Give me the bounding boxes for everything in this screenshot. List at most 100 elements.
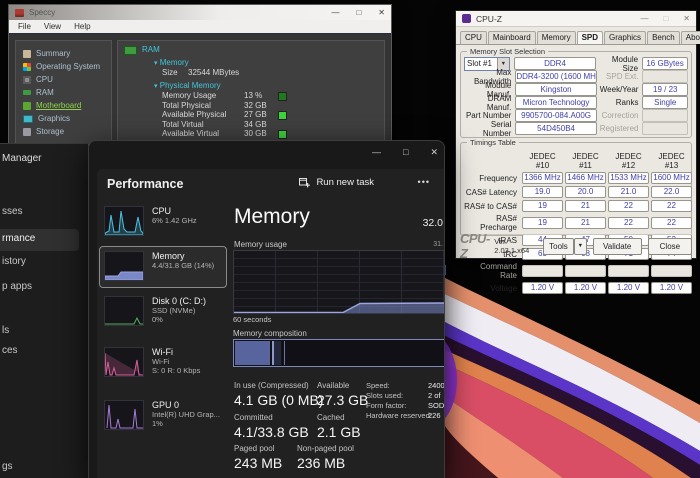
tab-cpu[interactable]: CPU: [460, 31, 487, 44]
speccy-app-icon: [15, 9, 24, 17]
tab-memory[interactable]: Memory: [537, 31, 576, 44]
composition-divider: [284, 341, 285, 365]
close-button[interactable]: Close: [648, 238, 692, 255]
cpuz-version: Ver. 2.03.1.x64: [494, 237, 535, 255]
sidebar-item-graphics[interactable]: Graphics: [23, 112, 111, 125]
run-new-task-button[interactable]: Run new task: [293, 174, 380, 191]
sidebar-item-cpu[interactable]: CPU: [23, 73, 111, 86]
more-options-icon[interactable]: •••: [418, 177, 430, 187]
size-value: 32544 MBytes: [188, 69, 239, 77]
close-icon[interactable]: ✕: [683, 14, 690, 23]
graphics-icon: [23, 115, 33, 123]
sidebar-item-motherboard[interactable]: Motherboard: [23, 99, 111, 112]
week-year-field: 19 / 23: [642, 83, 688, 96]
graph-timespan-label: 60 seconds: [233, 315, 271, 324]
tab-graphics[interactable]: Graphics: [604, 31, 646, 44]
nav-item-processes-fragment[interactable]: sses: [2, 206, 23, 217]
speccy-sidebar: Summary Operating System CPU RAM Motherb…: [15, 40, 112, 145]
hardware-reserved-label: Hardware reserved:: [366, 411, 432, 420]
nav-item-settings-fragment[interactable]: gs: [2, 461, 13, 472]
menu-file[interactable]: File: [18, 22, 31, 31]
sidebar-item-disk-0[interactable]: Disk 0 (C: D:) SSD (NVMe) 0%: [99, 291, 227, 339]
nav-item-details-fragment[interactable]: ls: [2, 325, 9, 336]
os-icon: [23, 63, 31, 71]
correction-field: [642, 109, 688, 122]
module-type-field: DDR4: [514, 57, 596, 70]
available-value: 27.3 GB: [317, 392, 368, 408]
composition-in-use-segment: [235, 341, 270, 365]
sidebar-item-wifi[interactable]: Wi-Fi Wi-Fi S: 0 R: 0 Kbps: [99, 342, 227, 392]
tools-button[interactable]: Tools: [543, 238, 574, 255]
nav-item-app-history-fragment[interactable]: istory: [2, 256, 26, 267]
nav-item-services-fragment[interactable]: ces: [2, 345, 18, 356]
sidebar-item-summary[interactable]: Summary: [23, 47, 111, 60]
motherboard-icon: [23, 102, 31, 110]
cpu-icon: [23, 76, 31, 84]
memory-title: Memory: [234, 205, 310, 229]
menu-view[interactable]: View: [44, 22, 61, 31]
tab-about[interactable]: About: [681, 31, 700, 44]
virtual-indicator: [278, 130, 287, 139]
spd-ext-field: [642, 70, 688, 83]
memory-slot-selection-group: Memory Slot Selection Slot #1 ▼ DDR4 Mod…: [460, 51, 692, 138]
composition-modified-segment: [274, 341, 281, 365]
slots-used-value-clipped: 2 of: [428, 391, 441, 400]
cpuz-logo: CPU-Z: [460, 231, 490, 261]
usage-indicator: [278, 92, 287, 101]
non-paged-pool-label: Non-paged pool: [297, 444, 354, 453]
tab-spd[interactable]: SPD: [577, 31, 603, 44]
close-icon[interactable]: ✕: [430, 147, 438, 158]
gpu-graph-thumbnail: [104, 400, 144, 430]
non-paged-pool-value: 236 MB: [297, 455, 345, 471]
background-window-title: Manager: [2, 153, 41, 164]
group-title: Timings Table: [467, 138, 519, 147]
cpuz-footer: CPU-Z Ver. 2.03.1.x64 Tools ▼ Validate C…: [460, 234, 692, 255]
cpuz-titlebar: CPU-Z — □ ✕: [456, 11, 696, 27]
in-use-value: 4.1 GB (0 MB): [234, 392, 323, 408]
form-factor-label: Form factor:: [366, 401, 406, 410]
sidebar-item-ram[interactable]: RAM: [23, 86, 111, 99]
performance-sidebar: CPU 6% 1.42 GHz Memory 4.4/31.8 GB (14%): [97, 201, 229, 478]
paged-pool-value: 243 MB: [234, 455, 282, 471]
ram-header: RAM: [142, 46, 160, 54]
validate-button[interactable]: Validate: [593, 238, 642, 255]
sidebar-item-cpu[interactable]: CPU 6% 1.42 GHz: [99, 201, 227, 243]
section-memory[interactable]: ▾ Memory: [154, 59, 378, 68]
maximize-icon[interactable]: □: [356, 8, 361, 17]
nav-item-performance-fragment[interactable]: rmance: [2, 233, 35, 244]
sidebar-item-storage[interactable]: Storage: [23, 125, 111, 138]
tab-bench[interactable]: Bench: [647, 31, 680, 44]
memory-total-clipped: 32.0: [423, 217, 443, 229]
tab-mainboard[interactable]: Mainboard: [488, 31, 536, 44]
timings-table: JEDEC #10 JEDEC #11 JEDEC #12 JEDEC #13 …: [464, 152, 688, 294]
slots-used-label: Slots used:: [366, 391, 403, 400]
storage-icon: [23, 128, 31, 136]
committed-value: 4.1/33.8 GB: [234, 424, 309, 440]
memory-scale-top-clipped: 31.: [433, 241, 443, 248]
sidebar-item-memory[interactable]: Memory 4.4/31.8 GB (14%): [99, 246, 227, 288]
sidebar-item-operating-system[interactable]: Operating System: [23, 60, 111, 73]
collapse-icon: ▾: [154, 60, 158, 67]
menu-help[interactable]: Help: [74, 22, 90, 31]
speccy-titlebar: Speccy — □ ✕: [9, 5, 391, 20]
minimize-icon[interactable]: —: [331, 8, 339, 17]
memory-usage-label: Memory usage: [234, 240, 287, 249]
close-icon[interactable]: ✕: [378, 8, 385, 17]
size-label: Size: [162, 69, 188, 77]
dram-manuf-field: Micron Technology: [515, 96, 597, 109]
background-taskmanager-window: Manager sses rmance istory p apps ls ces…: [0, 143, 88, 478]
maximize-icon[interactable]: □: [403, 147, 408, 158]
sidebar-item-gpu-0[interactable]: GPU 0 Intel(R) UHD Grap... 1%: [99, 395, 227, 445]
ram-header-icon: [124, 46, 137, 55]
registered-field: [642, 122, 688, 135]
minimize-icon[interactable]: —: [640, 14, 648, 23]
timings-table-group: Timings Table JEDEC #10 JEDEC #11 JEDEC …: [460, 142, 692, 236]
section-physical-memory[interactable]: ▾ Physical Memory: [154, 82, 378, 91]
cpuz-window-title: CPU-Z: [476, 14, 502, 24]
nav-item-startup-apps-fragment[interactable]: p apps: [2, 281, 32, 292]
speccy-ram-panel: RAM ▾ Memory Size 32544 MBytes ▾ Physica…: [117, 40, 385, 145]
ranks-field: Single: [642, 96, 688, 109]
speccy-body: Summary Operating System CPU RAM Motherb…: [9, 34, 391, 145]
minimize-icon[interactable]: —: [372, 147, 381, 158]
tools-dropdown-icon[interactable]: ▼: [574, 238, 587, 255]
